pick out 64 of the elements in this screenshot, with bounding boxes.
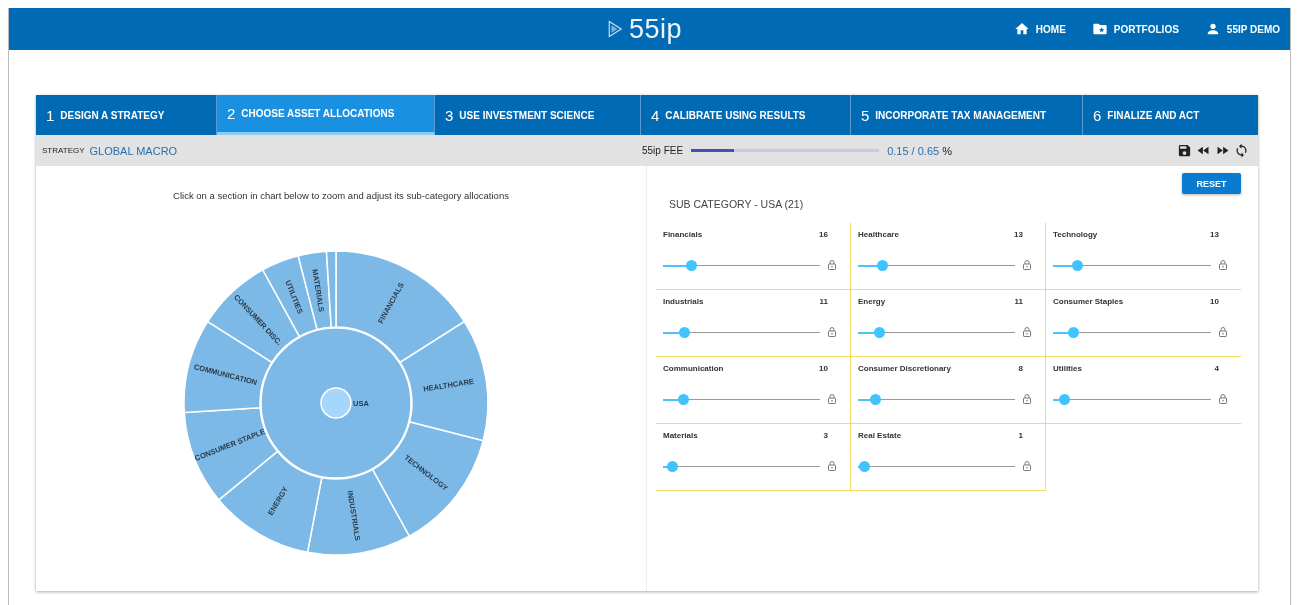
lock-icon xyxy=(826,259,838,271)
slider-value: 8 xyxy=(1018,364,1023,373)
slider-thumb[interactable] xyxy=(667,460,679,472)
lock-icon xyxy=(1021,259,1033,271)
slider-label: Healthcare xyxy=(858,230,899,239)
logo-text: 55ip xyxy=(629,13,683,45)
slider-thumb[interactable] xyxy=(679,326,691,338)
slider-thumb[interactable] xyxy=(874,326,886,338)
save-icon xyxy=(1177,143,1192,158)
lock-icon xyxy=(1021,326,1033,338)
slider-value: 13 xyxy=(1210,230,1219,239)
slider-thumb[interactable] xyxy=(859,460,871,472)
slider-label: Consumer Staples xyxy=(1053,297,1124,306)
slider-thumb[interactable] xyxy=(869,393,881,405)
slider-thumb[interactable] xyxy=(876,259,888,271)
slider-label: Materials xyxy=(663,431,698,440)
slider-label: Utilities xyxy=(1053,364,1082,373)
chart-hint: Click on a section in chart below to zoom and adjust its sub-category allocations xyxy=(173,190,509,201)
sync-icon xyxy=(1234,143,1249,158)
strategy-label: STRATEGY xyxy=(42,146,85,155)
chart-center[interactable] xyxy=(320,387,352,419)
lock-icon xyxy=(826,393,838,405)
step-tab[interactable]: 6 FINALIZE AND ACT xyxy=(1083,95,1258,135)
folder-icon xyxy=(1091,21,1108,37)
slider-value: 10 xyxy=(1210,297,1219,306)
nav-link[interactable]: PORTFOLIOS xyxy=(1091,21,1179,37)
slider-label: Real Estate xyxy=(858,431,902,440)
home-icon xyxy=(1013,21,1030,37)
lock-icon xyxy=(826,326,838,338)
nav-link[interactable]: 55IP DEMO xyxy=(1204,21,1280,37)
slider-thumb[interactable] xyxy=(1067,326,1079,338)
fee-label: 55ip FEE xyxy=(642,145,684,156)
slider-label: Financials xyxy=(663,230,703,239)
slider-value: 1 xyxy=(1018,431,1023,440)
slider-value: 13 xyxy=(1014,230,1023,239)
lock-icon xyxy=(826,460,838,472)
strategy-name: GLOBAL MACRO xyxy=(89,144,178,157)
slider-value: 3 xyxy=(823,431,828,440)
slider-thumb[interactable] xyxy=(677,393,689,405)
reset-button[interactable]: RESET xyxy=(1182,173,1241,194)
slider-thumb[interactable] xyxy=(686,259,698,271)
logo-mark-icon xyxy=(607,18,625,40)
slider-thumb[interactable] xyxy=(1072,259,1084,271)
subcategory-title: SUB CATEGORY - USA (21) xyxy=(669,198,805,210)
slider-label: Consumer Discretionary xyxy=(858,364,951,373)
lock-icon xyxy=(1021,460,1033,472)
slider-value: 4 xyxy=(1214,364,1219,373)
slider-label: Technology xyxy=(1053,230,1098,239)
lock-icon xyxy=(1217,393,1229,405)
step-tab[interactable]: 2 CHOOSE ASSET ALLOCATIONS xyxy=(217,95,435,135)
save-button[interactable] xyxy=(1176,143,1193,158)
lock-icon xyxy=(1217,326,1229,338)
slider-label: Energy xyxy=(858,297,886,306)
slider-value: 10 xyxy=(819,364,828,373)
slider-value: 16 xyxy=(819,230,828,239)
slider-value: 11 xyxy=(819,297,828,306)
slider-value: 11 xyxy=(1014,297,1023,306)
lock-icon xyxy=(1021,393,1033,405)
fee-value: 0.15 / 0.65 % xyxy=(887,144,952,157)
slider-label: Industrials xyxy=(663,297,704,306)
nav-link[interactable]: HOME xyxy=(1013,21,1066,37)
lock-icon xyxy=(1217,259,1229,271)
slider-thumb[interactable] xyxy=(1058,393,1070,405)
slider-label: Communication xyxy=(663,364,724,373)
